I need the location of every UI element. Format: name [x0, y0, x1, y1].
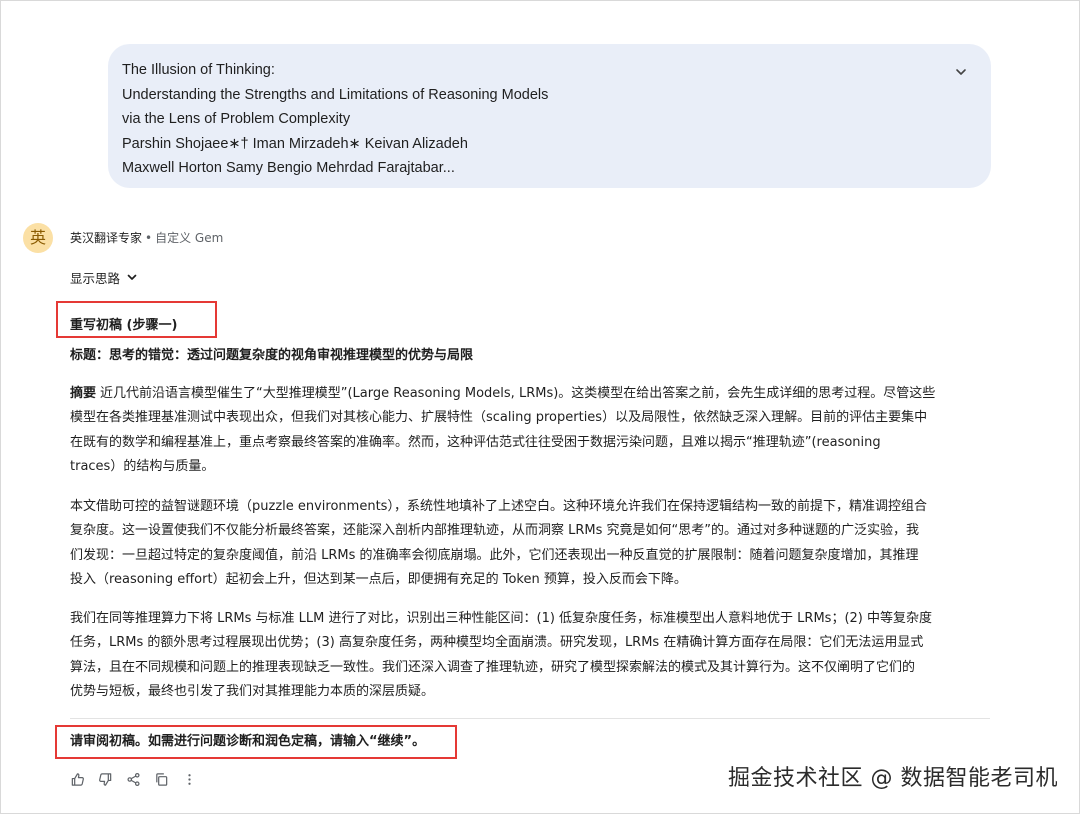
paragraph-line: 们发现：一旦超过特定的复杂度阈值，前沿 LRMs 的准确率会彻底崩塌。此外，它们… [70, 547, 919, 563]
paragraph-line: 复杂度。这一设置使我们不仅能分析最终答案，还能深入剖析内部推理轨迹，从而洞察 L… [70, 523, 919, 539]
response-actions [68, 770, 208, 788]
share-icon[interactable] [124, 770, 142, 788]
prompt-line: Understanding the Strengths and Limitati… [122, 86, 549, 103]
show-thinking-label: 显示思路 [70, 270, 121, 286]
body-paragraph-2: 本文借助可控的益智谜题环境（puzzle environments），系统性地填… [70, 495, 995, 592]
final-prompt: 请审阅初稿。如需进行问题诊断和润色定稿，请输入“继续”。 [70, 734, 426, 749]
paragraph-line: 摘要 近几代前沿语言模型催生了“大型推理模型”(Large Reasoning M… [70, 382, 995, 406]
paragraph-line: 任务，LRMs 的额外思考过程展现出优势；(3) 高复杂度任务，两种模型均全面崩… [70, 635, 924, 651]
paragraph-line: 模型在各类推理基准测试中表现出众，但我们对其核心能力、扩展特性（scaling … [70, 410, 928, 426]
user-prompt-bubble: The Illusion of Thinking: Understanding … [108, 44, 991, 188]
thumbs-down-icon[interactable] [96, 770, 114, 788]
show-thinking-button[interactable]: 显示思路 [70, 267, 138, 287]
thumbs-up-icon[interactable] [68, 770, 86, 788]
prompt-line: via the Lens of Problem Complexity [122, 111, 351, 127]
gem-separator: • [145, 231, 153, 245]
watermark: 掘金技术社区 @ 数据智能老司机 [728, 766, 1058, 791]
divider [70, 718, 990, 719]
abstract-lead: 摘要 [70, 386, 97, 401]
paragraph-line: 算法，且在不同规模和问题上的推理表现缺乏一致性。我们还深入调查了推理轨迹，研究了… [70, 659, 916, 675]
abstract-paragraph: 摘要 近几代前沿语言模型催生了“大型推理模型”(Large Reasoning M… [70, 382, 995, 479]
prompt-line: Maxwell Horton Samy Bengio Mehrdad Faraj… [122, 160, 455, 176]
paragraph-line: 优势与短板，最终也引发了我们对其推理能力本质的深层质疑。 [70, 683, 435, 699]
paragraph-line: 本文借助可控的益智谜题环境（puzzle environments），系统性地填… [70, 499, 927, 514]
chevron-down-icon[interactable] [953, 64, 969, 80]
more-vert-icon[interactable] [180, 770, 198, 788]
translated-title: 标题：思考的错觉：透过问题复杂度的视角审视推理模型的优势与局限 [70, 348, 474, 363]
step-heading: 重写初稿 (步骤一) [70, 318, 178, 333]
body-paragraph-3: 我们在同等推理算力下将 LRMs 与标准 LLM 进行了对比，识别出三种性能区间… [70, 607, 995, 704]
prompt-line: The Illusion of Thinking: [122, 62, 275, 78]
paragraph-line: traces）的结构与质量。 [70, 458, 215, 474]
gem-type: 自定义 Gem [155, 231, 224, 245]
abstract-line-text: 近几代前沿语言模型催生了“大型推理模型”(Large Reasoning Mod… [100, 386, 936, 401]
gem-header: 英汉翻译专家 • 自定义 Gem [70, 230, 223, 246]
chevron-down-icon [127, 274, 137, 280]
copy-icon[interactable] [152, 770, 170, 788]
paragraph-line: 投入（reasoning effort）起初会上升，但达到某一点后，即便拥有充足… [70, 571, 687, 587]
gem-name: 英汉翻译专家 [70, 231, 143, 245]
prompt-line: Parshin Shojaee∗† Iman Mirzadeh∗ Keivan … [122, 135, 468, 152]
gem-avatar: 英 [23, 223, 53, 253]
paragraph-line: 我们在同等推理算力下将 LRMs 与标准 LLM 进行了对比，识别出三种性能区间… [70, 611, 932, 626]
paragraph-line: 在既有的数学和编程基准上，重点考察最终答案的准确率。然而，这种评估范式往往受困于… [70, 434, 881, 450]
